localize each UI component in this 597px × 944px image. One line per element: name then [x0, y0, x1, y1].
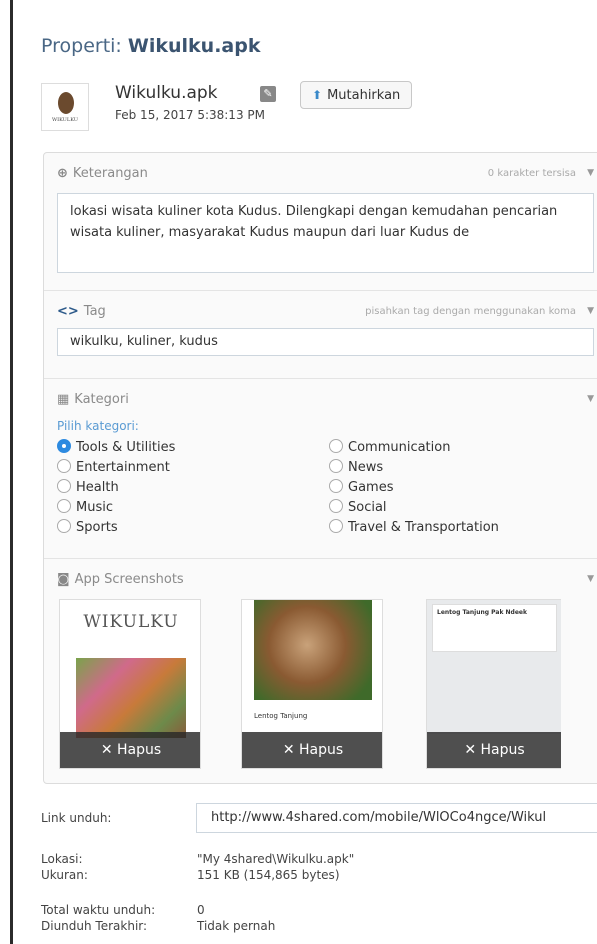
category-header[interactable]: ▦ Kategori	[57, 392, 129, 407]
tag-section: <> Tag pisahkan tag dengan menggunakan ko…	[44, 290, 597, 378]
location-label: Lokasi:	[41, 852, 83, 866]
screenshots-section: ◙ App Screenshots ▼ WIKULKU ✕ Hapus Lento…	[44, 558, 597, 785]
last-download-value: Tidak pernah	[197, 919, 276, 933]
category-option-label: Social	[348, 500, 387, 515]
map-place-title: Lentog Tanjung Pak Ndeek	[437, 609, 527, 616]
title-filename: Wikulku.apk	[127, 35, 261, 57]
download-link-label: Link unduh:	[41, 811, 112, 825]
close-icon: ✕	[464, 742, 481, 758]
category-option-travel[interactable]: Travel & Transportation	[329, 519, 499, 535]
chevron-down-icon[interactable]: ▼	[587, 168, 594, 178]
radio-button[interactable]	[57, 459, 71, 473]
radio-button[interactable]	[57, 499, 71, 513]
screenshot-caption: Lentog Tanjung	[254, 712, 308, 720]
file-date: Feb 15, 2017 5:38:13 PM	[115, 108, 265, 122]
plus-circle-icon: ⊕	[57, 166, 68, 181]
food-photo-image	[254, 600, 372, 700]
description-hint: 0 karakter tersisa	[487, 168, 576, 179]
delete-label: Hapus	[117, 742, 162, 758]
download-count-label: Total waktu unduh:	[41, 903, 156, 917]
category-option-label: Games	[348, 480, 394, 495]
radio-button[interactable]	[57, 519, 71, 533]
description-section: ⊕ Keterangan 0 karakter tersisa ▼ lokasi …	[44, 153, 597, 290]
category-option-label: Health	[76, 480, 119, 495]
food-collage-image	[76, 658, 186, 738]
delete-screenshot-button[interactable]: ✕ Hapus	[427, 732, 561, 768]
chevron-down-icon[interactable]: ▼	[587, 574, 594, 584]
category-option-label: News	[348, 460, 384, 475]
radio-button[interactable]	[329, 439, 343, 453]
thumbnail-text: WIKULKU	[52, 117, 78, 123]
radio-selected[interactable]	[57, 439, 71, 453]
tag-hint: pisahkan tag dengan menggunakan koma	[365, 306, 576, 317]
app-logo-icon	[58, 92, 74, 114]
category-option-games[interactable]: Games	[329, 479, 393, 495]
page-title: Properti: Wikulku.apk	[41, 35, 260, 57]
category-section: ▦ Kategori ▼ Pilih kategori: Tools & Util…	[44, 378, 597, 558]
category-option-label: Sports	[76, 520, 118, 535]
category-option-entertainment[interactable]: Entertainment	[57, 459, 170, 475]
delete-label: Hapus	[299, 742, 344, 758]
chevron-down-icon[interactable]: ▼	[587, 306, 594, 316]
edit-icon[interactable]: ✎	[260, 86, 276, 102]
description-label: Keterangan	[72, 166, 148, 181]
title-prefix: Properti:	[41, 35, 122, 57]
description-header[interactable]: ⊕ Keterangan	[57, 166, 148, 181]
radio-button[interactable]	[57, 479, 71, 493]
radio-button[interactable]	[329, 519, 343, 533]
category-option-label: Communication	[348, 440, 451, 455]
size-value: 151 KB (154,865 bytes)	[197, 868, 340, 882]
screenshot-title: WIKULKU	[83, 612, 179, 632]
category-option-music[interactable]: Music	[57, 499, 113, 515]
radio-button[interactable]	[329, 479, 343, 493]
category-option-social[interactable]: Social	[329, 499, 387, 515]
screenshot-thumbnail[interactable]: Lentog Tanjung Pak Ndeek ✕ Hapus	[426, 599, 561, 769]
category-label: Kategori	[74, 392, 129, 407]
download-count-value: 0	[197, 903, 205, 917]
tag-input[interactable]: wikulku, kuliner, kudus	[57, 328, 594, 356]
app-thumbnail: WIKULKU	[41, 83, 89, 131]
category-option-news[interactable]: News	[329, 459, 383, 475]
close-icon: ✕	[100, 742, 117, 758]
update-button-label: Mutahirkan	[327, 88, 401, 103]
category-option-health[interactable]: Health	[57, 479, 119, 495]
category-option-label: Tools & Utilities	[76, 440, 176, 455]
tag-label: Tag	[83, 304, 106, 319]
category-option-tools[interactable]: Tools & Utilities	[57, 439, 175, 455]
category-option-sports[interactable]: Sports	[57, 519, 118, 535]
category-option-label: Music	[76, 500, 113, 515]
delete-label: Hapus	[480, 742, 525, 758]
download-link-field[interactable]: http://www.4shared.com/mobile/WlOCo4ngce…	[196, 803, 597, 833]
tag-header[interactable]: <> Tag	[57, 304, 106, 319]
code-icon: <>	[57, 304, 79, 319]
category-option-label: Entertainment	[76, 460, 170, 475]
properties-panel: ⊕ Keterangan 0 karakter tersisa ▼ lokasi …	[43, 152, 597, 784]
update-button[interactable]: ⬆ Mutahirkan	[300, 81, 413, 109]
file-name: Wikulku.apk	[115, 83, 218, 103]
screenshot-thumbnail[interactable]: Lentog Tanjung ✕ Hapus	[241, 599, 383, 769]
radio-button[interactable]	[329, 499, 343, 513]
upload-arrow-icon: ⬆	[312, 88, 323, 102]
left-border	[10, 0, 13, 944]
delete-screenshot-button[interactable]: ✕ Hapus	[242, 732, 382, 768]
screenshots-label: App Screenshots	[74, 572, 184, 587]
category-option-label: Travel & Transportation	[348, 520, 499, 535]
close-icon: ✕	[282, 742, 299, 758]
description-textarea[interactable]: lokasi wisata kuliner kota Kudus. Dileng…	[57, 193, 594, 273]
screenshot-thumbnail[interactable]: WIKULKU ✕ Hapus	[59, 599, 201, 769]
chevron-down-icon[interactable]: ▼	[587, 394, 594, 404]
location-value: "My 4shared\Wikulku.apk"	[197, 852, 355, 866]
map-info-card: Lentog Tanjung Pak Ndeek	[432, 604, 557, 652]
camera-icon: ◙	[57, 572, 70, 587]
file-header: WIKULKU Wikulku.apk ✎ Feb 15, 2017 5:38:…	[41, 81, 581, 131]
radio-button[interactable]	[329, 459, 343, 473]
grid-icon: ▦	[57, 392, 70, 407]
screenshots-header[interactable]: ◙ App Screenshots	[57, 572, 184, 587]
delete-screenshot-button[interactable]: ✕ Hapus	[60, 732, 200, 768]
size-label: Ukuran:	[41, 868, 88, 882]
category-sublabel: Pilih kategori:	[57, 419, 139, 433]
last-download-label: Diunduh Terakhir:	[41, 919, 148, 933]
category-option-communication[interactable]: Communication	[329, 439, 450, 455]
